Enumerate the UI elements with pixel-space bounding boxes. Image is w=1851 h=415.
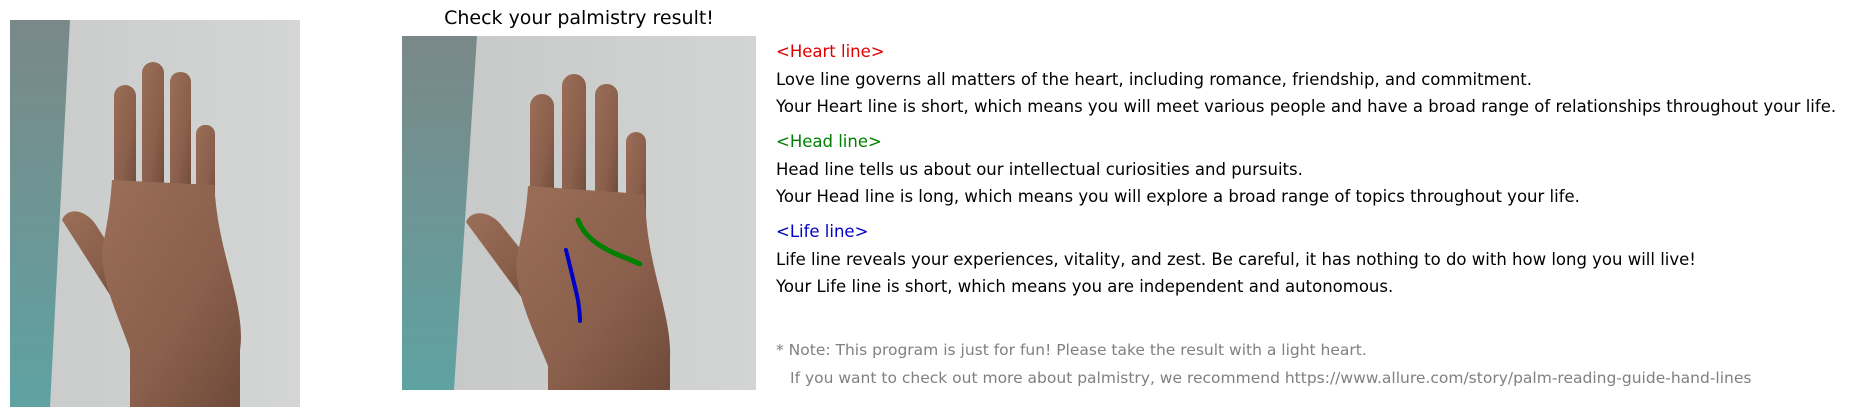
reference-note: If you want to check out more about palm… xyxy=(790,369,1752,387)
head-line-description: Head line tells us about our intellectua… xyxy=(776,160,1303,179)
heart-line-heading: <Heart line> xyxy=(776,42,885,61)
page-title: Check your palmistry result! xyxy=(444,7,714,29)
result-text-column: <Heart line> Love line governs all matte… xyxy=(776,0,1846,415)
heart-line-result: Your Heart line is short, which means yo… xyxy=(776,97,1837,116)
life-line-description: Life line reveals your experiences, vita… xyxy=(776,250,1696,269)
head-line-heading: <Head line> xyxy=(776,132,882,151)
annotated-hand-photo xyxy=(402,36,756,390)
original-hand-photo xyxy=(10,20,300,407)
life-line-heading: <Life line> xyxy=(776,222,869,241)
fun-note: * Note: This program is just for fun! Pl… xyxy=(776,341,1367,359)
heart-line-description: Love line governs all matters of the hea… xyxy=(776,70,1532,89)
palmistry-result-view: Check your palmistry result! <Heart line… xyxy=(0,0,1851,415)
head-line-result: Your Head line is long, which means you … xyxy=(776,187,1580,206)
life-line-result: Your Life line is short, which means you… xyxy=(776,277,1394,296)
